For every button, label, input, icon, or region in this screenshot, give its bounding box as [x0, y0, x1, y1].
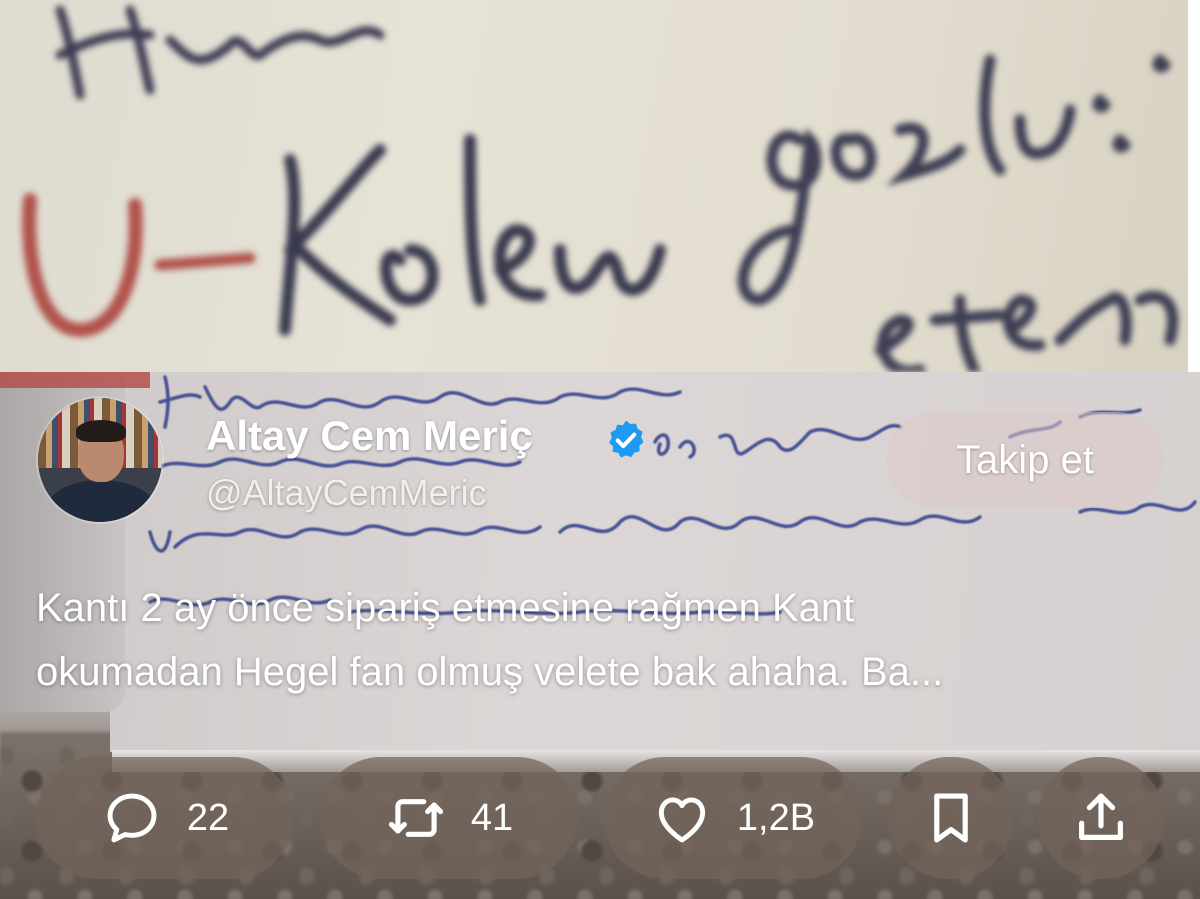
- tweet-text-line: okumadan Hegel fan olmuş velete bak ahah…: [36, 650, 944, 694]
- strip-border: [1188, 0, 1200, 372]
- zoomed-note-image: [0, 0, 1188, 372]
- verified-badge-icon: [609, 420, 644, 458]
- avatar-body: [46, 480, 156, 522]
- share-button[interactable]: [1038, 757, 1164, 879]
- bookmark-button[interactable]: [888, 757, 1014, 879]
- tweet-text-line: Kantı 2 ay önce sipariş etmesine rağmen …: [36, 586, 855, 630]
- repost-icon: [388, 799, 443, 837]
- repost-count: 41: [470, 796, 514, 839]
- author-name[interactable]: Altay Cem Meriç: [206, 412, 533, 460]
- like-icon: [658, 797, 706, 843]
- reply-icon: [107, 793, 157, 843]
- repost-button[interactable]: 41: [320, 757, 578, 879]
- reply-count: 22: [186, 796, 230, 839]
- follow-button[interactable]: Takip et: [886, 412, 1164, 508]
- author-handle[interactable]: @AltayCemMeric: [206, 472, 487, 514]
- bookmark-icon: [934, 793, 968, 843]
- reply-button[interactable]: 22: [36, 757, 294, 879]
- video-tweet-card[interactable]: Altay Cem Meriç @AltayCemMeric Takip et …: [0, 372, 1200, 899]
- avatar-hair: [76, 420, 126, 442]
- like-count: 1,2B: [736, 796, 816, 839]
- share-icon: [1079, 793, 1123, 840]
- zoomed-handwriting: [22, 5, 1179, 372]
- author-avatar[interactable]: [38, 398, 162, 522]
- like-button[interactable]: 1,2B: [604, 757, 862, 879]
- tweet-text[interactable]: Kantı 2 ay önce sipariş etmesine rağmen …: [36, 576, 1166, 704]
